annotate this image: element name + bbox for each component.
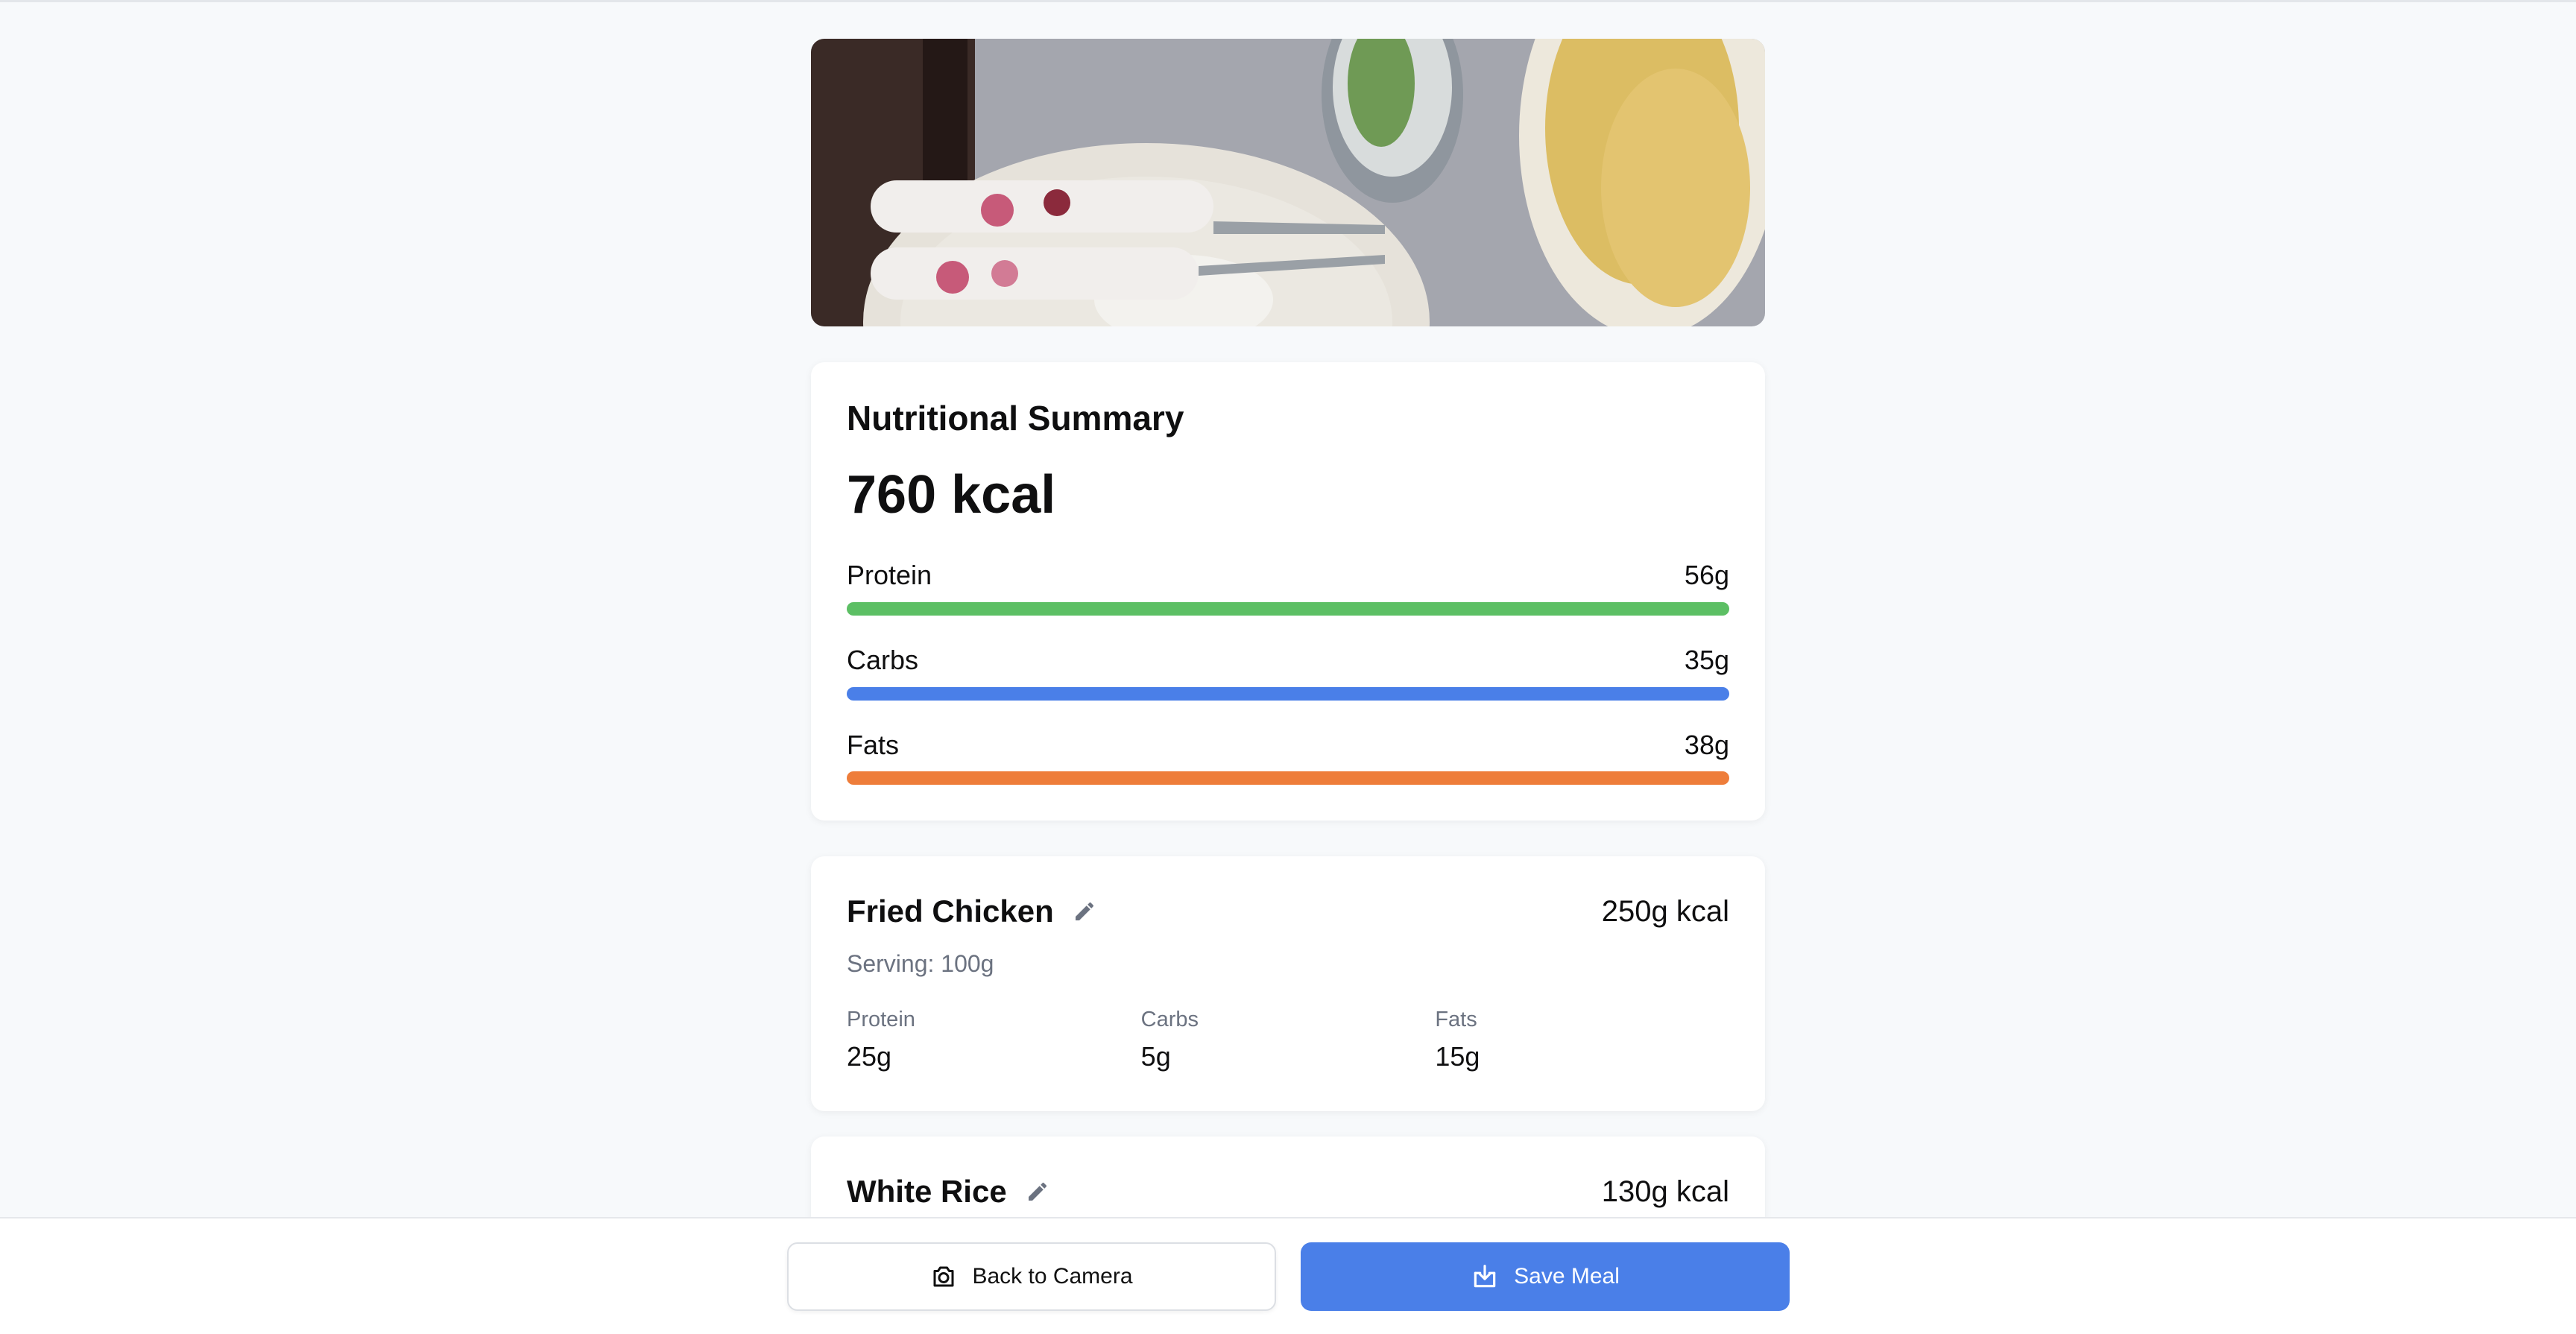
- macro-label: Carbs: [847, 644, 919, 675]
- pencil-icon[interactable]: [1072, 899, 1097, 924]
- save-button-label: Save Meal: [1514, 1264, 1620, 1289]
- macro-label: Fats: [847, 729, 900, 760]
- macro-value: 15g: [1435, 1041, 1480, 1072]
- macro-value: 56g: [1684, 560, 1729, 591]
- macro-label: Protein: [847, 560, 932, 591]
- serving-size: Serving: 100g: [847, 950, 994, 978]
- fats-bar: [847, 771, 1729, 785]
- food-item-card: White Rice 130g kcal: [811, 1137, 1765, 1217]
- carbs-bar: [847, 686, 1729, 701]
- food-calories: 250g kcal: [1601, 894, 1729, 928]
- food-name: White Rice: [847, 1174, 1007, 1210]
- camera-icon: [930, 1263, 957, 1290]
- save-meal-button[interactable]: Save Meal: [1301, 1242, 1790, 1311]
- food-macro-protein: Protein 25g: [847, 1008, 1141, 1072]
- pencil-icon[interactable]: [1025, 1179, 1050, 1204]
- back-to-camera-button[interactable]: Back to Camera: [787, 1242, 1276, 1311]
- food-macro-fats: Fats 15g: [1435, 1008, 1729, 1072]
- macro-value: 25g: [847, 1041, 892, 1072]
- total-calories: 760 kcal: [847, 465, 1056, 525]
- back-button-label: Back to Camera: [972, 1264, 1133, 1289]
- food-calories: 130g kcal: [1601, 1175, 1729, 1208]
- macro-value: 38g: [1684, 729, 1729, 760]
- macro-label: Carbs: [1140, 1008, 1199, 1032]
- meal-photo: [811, 39, 1765, 326]
- action-bar: Back to Camera Save Meal: [0, 1217, 2576, 1334]
- macro-row-carbs: Carbs 35g: [847, 645, 1729, 701]
- macro-row-protein: Protein 56g: [847, 560, 1729, 616]
- food-name: Fried Chicken: [847, 894, 1054, 929]
- protein-bar: [847, 601, 1729, 616]
- content-column: Nutritional Summary 760 kcal Protein 56g…: [811, 39, 1765, 1217]
- nutritional-summary-card: Nutritional Summary 760 kcal Protein 56g…: [811, 362, 1765, 821]
- food-item-card: Fried Chicken 250g kcal Serving: 100g Pr…: [811, 856, 1765, 1112]
- meal-results-scroll[interactable]: Nutritional Summary 760 kcal Protein 56g…: [0, 2, 2576, 1217]
- summary-title: Nutritional Summary: [847, 399, 1184, 437]
- macro-label: Fats: [1435, 1008, 1477, 1032]
- macro-value: 5g: [1140, 1041, 1171, 1072]
- macro-label: Protein: [847, 1008, 915, 1032]
- macro-value: 35g: [1684, 644, 1729, 675]
- macro-row-fats: Fats 38g: [847, 730, 1729, 785]
- download-tray-icon: [1471, 1262, 1499, 1291]
- food-macro-carbs: Carbs 5g: [1141, 1008, 1436, 1072]
